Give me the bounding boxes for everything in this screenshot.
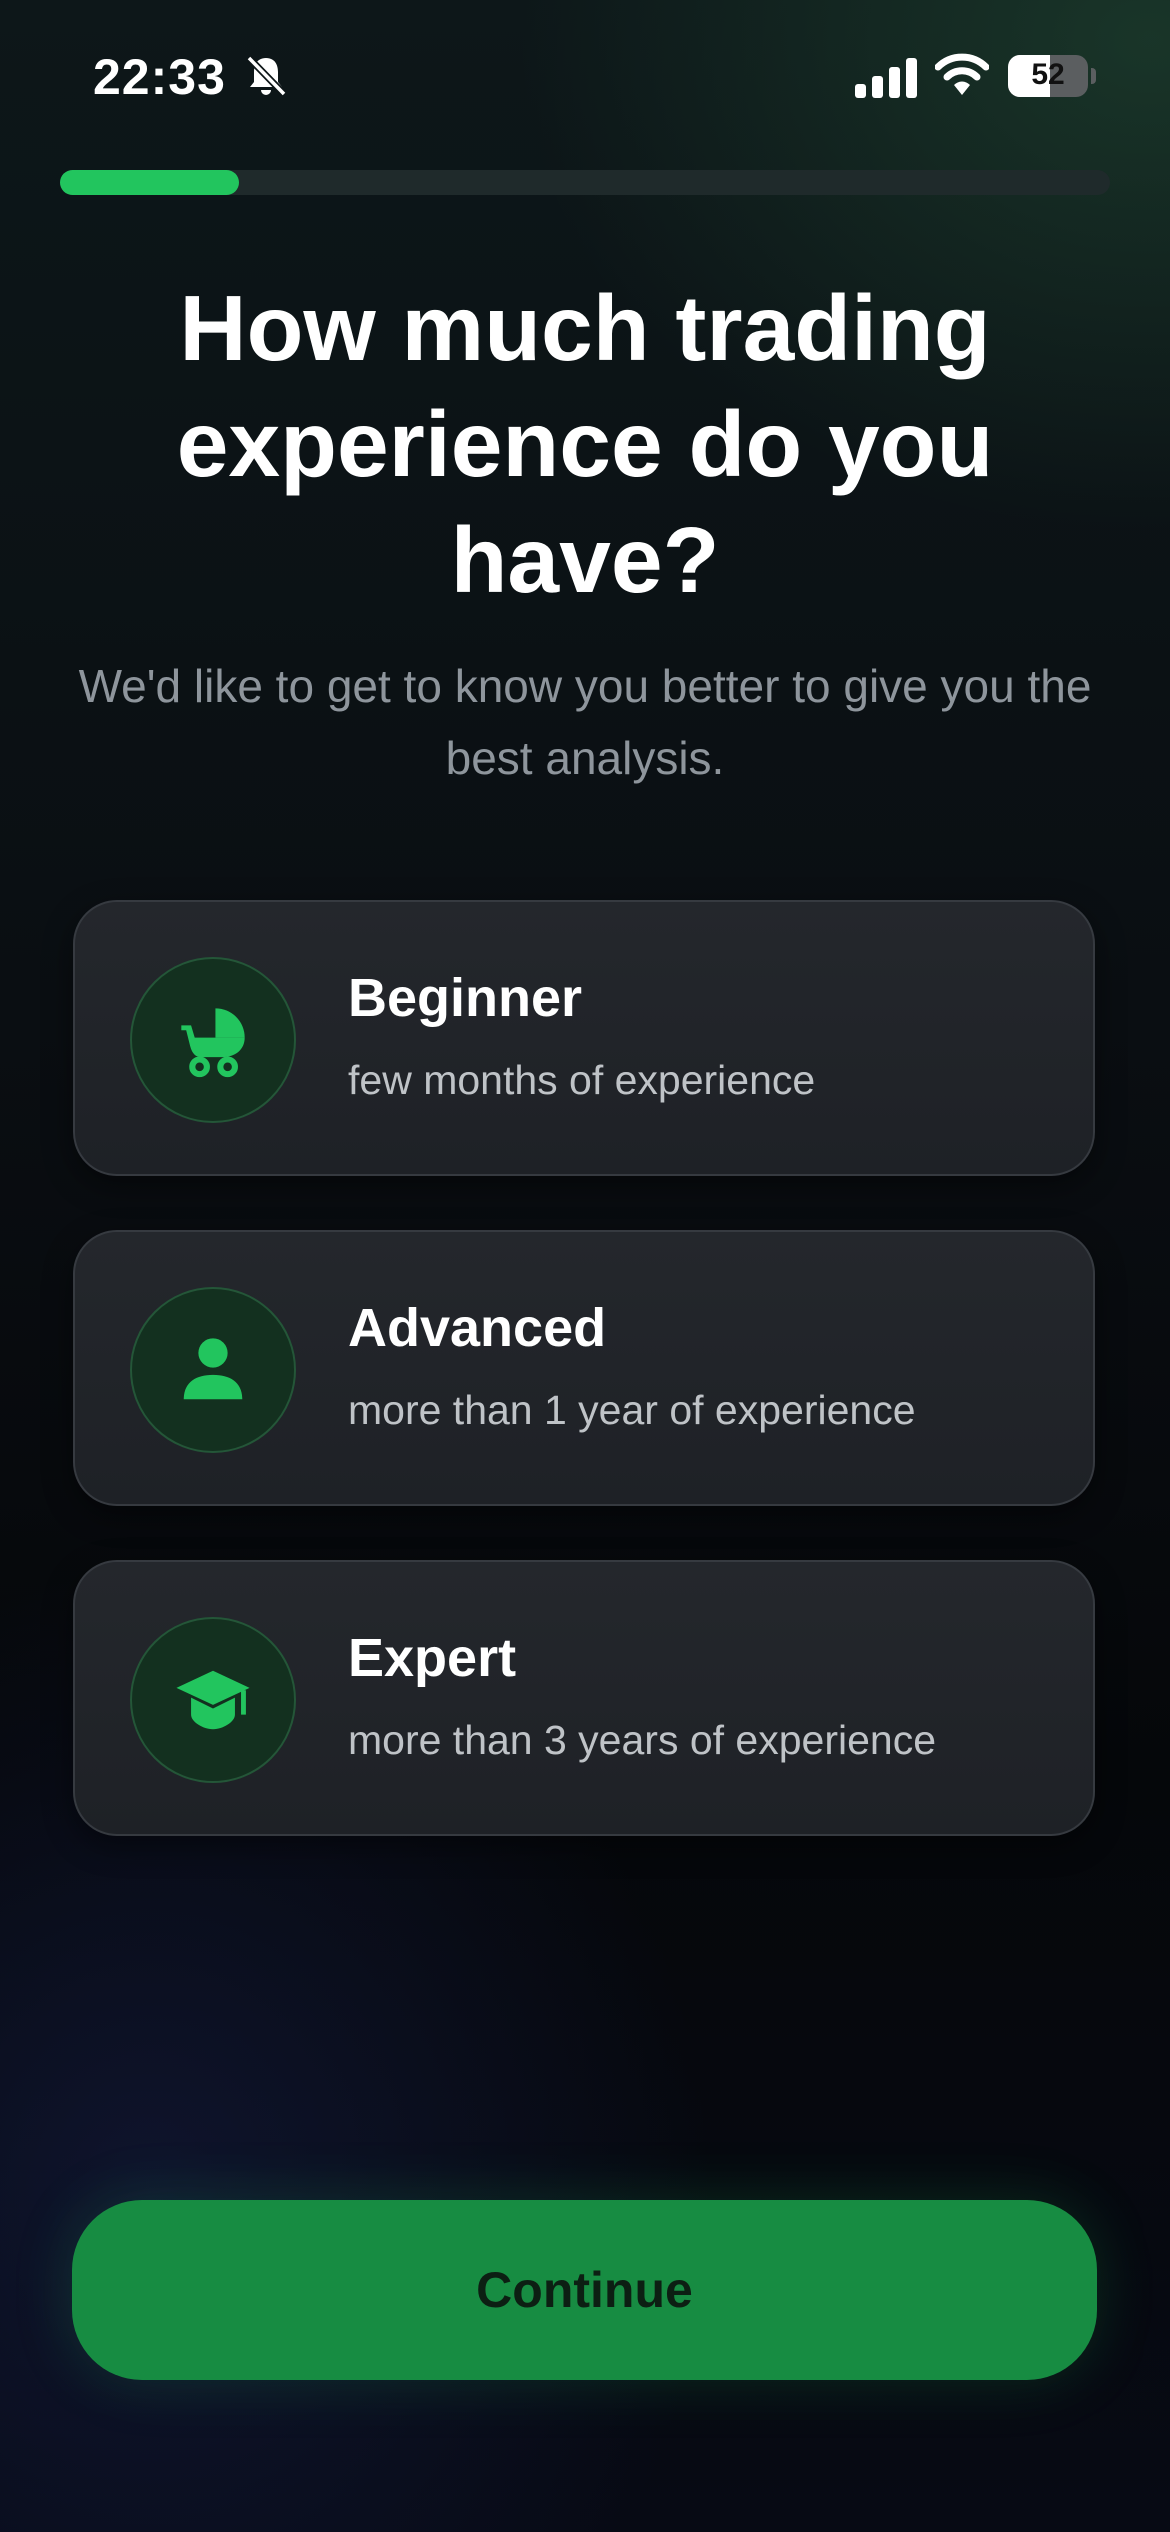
- option-beginner[interactable]: Beginner few months of experience: [73, 900, 1095, 1176]
- option-subtitle: more than 3 years of experience: [348, 1717, 936, 1763]
- progress-bar: [60, 170, 1110, 195]
- option-title: Advanced: [348, 1298, 607, 1358]
- option-advanced[interactable]: Advanced more than 1 year of experience: [73, 1230, 1095, 1506]
- battery-tip: [1091, 68, 1096, 84]
- user-icon: [183, 1338, 243, 1400]
- wifi-icon: [935, 53, 989, 95]
- bell-slash-icon: [246, 55, 287, 97]
- option-advanced-icon-badge: [130, 1287, 296, 1453]
- option-beginner-icon-badge: [130, 957, 296, 1123]
- option-title: Beginner: [348, 968, 583, 1028]
- option-title: Expert: [348, 1628, 517, 1688]
- option-expert-icon-badge: [130, 1617, 296, 1783]
- battery-icon: 52: [1008, 55, 1088, 97]
- progress-bar-fill: [60, 170, 239, 195]
- page-subtitle: We'd like to get to know you better to g…: [78, 660, 1092, 784]
- baby-carriage-icon: [181, 1008, 245, 1078]
- option-subtitle: more than 1 year of experience: [348, 1387, 916, 1433]
- option-expert[interactable]: Expert more than 3 years of experience: [73, 1560, 1095, 1836]
- status-time: 22:33: [93, 49, 226, 105]
- status-bar: 22:33 52: [0, 0, 1170, 150]
- battery-level: 52: [1031, 58, 1065, 91]
- option-subtitle: few months of experience: [348, 1057, 816, 1103]
- cellular-signal-icon: [855, 58, 917, 98]
- graduation-cap-icon: [176, 1670, 250, 1730]
- page-title: How much trading experience do you have?: [176, 276, 994, 612]
- continue-button[interactable]: Continue: [72, 2200, 1097, 2380]
